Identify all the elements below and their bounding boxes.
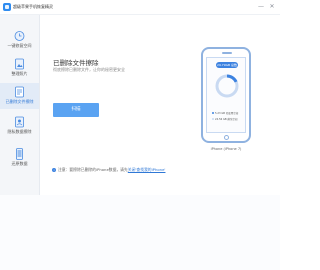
phone-data-icon <box>16 148 23 160</box>
sidebar: 一键修复空间 整理照片 已删除文件擦除 隐私数据擦除 还原数据 <box>0 15 40 195</box>
app-logo-icon <box>3 3 11 11</box>
sidebar-item-repair-space[interactable]: 一键修复空间 <box>0 27 39 53</box>
storage-ring-chart <box>215 74 239 98</box>
storage-total-badge: 29.79GB 总数 <box>216 62 238 68</box>
app-window: 超级苹果手机恢复精灵 — ✕ 一键修复空间 整理照片 已删除文件擦除 隐私数据擦… <box>0 0 280 195</box>
sidebar-item-photos[interactable]: 整理照片 <box>0 55 39 81</box>
close-button[interactable]: ✕ <box>268 3 276 11</box>
phone-speaker <box>222 52 232 54</box>
legend-free-label: 24.56 GB 剩余空间 <box>215 118 238 121</box>
legend-used: 5.23 GB 已使用空间 <box>212 112 238 116</box>
device-label: iPhone (iPhone 7) <box>210 147 242 151</box>
sidebar-item-privacy[interactable]: 隐私数据擦除 <box>0 113 39 139</box>
page-subtitle: 彻底擦除已删除文件，让你的秘密更安全 <box>53 67 125 72</box>
photo-icon <box>15 58 24 70</box>
legend-used-dot <box>212 112 214 114</box>
page-title: 已删除文件擦除 <box>53 59 99 67</box>
sidebar-item-label: 一键修复空间 <box>7 43 32 48</box>
document-erase-icon <box>15 86 24 98</box>
phone-illustration: 29.79GB 总数 5.23 GB 已使用空间 24.56 GB 剩余空间 <box>201 47 251 143</box>
sidebar-item-label: 已删除文件擦除 <box>5 99 34 104</box>
legend-free-dot <box>212 118 214 120</box>
sidebar-item-erase-deleted[interactable]: 已删除文件擦除 <box>0 83 39 109</box>
legend-used-label: 5.23 GB 已使用空间 <box>215 112 239 115</box>
phone-home-button <box>224 135 229 140</box>
disable-find-my-iphone-link[interactable]: 关闭'查找我的iPhone' <box>128 167 166 172</box>
sidebar-item-label: 还原数据 <box>11 161 28 166</box>
info-icon: i <box>52 168 56 172</box>
clock-icon <box>14 31 25 41</box>
sidebar-item-restore[interactable]: 还原数据 <box>0 145 39 171</box>
phone-screen: 29.79GB 总数 5.23 GB 已使用空间 24.56 GB 剩余空间 <box>206 57 246 133</box>
sidebar-item-label: 整理照片 <box>11 71 28 76</box>
app-title: 超级苹果手机恢复精灵 <box>13 4 53 9</box>
privacy-icon <box>15 116 24 128</box>
minimize-button[interactable]: — <box>257 3 265 11</box>
legend-free: 24.56 GB 剩余空间 <box>212 118 237 122</box>
window-shadow-area <box>0 195 280 270</box>
notice-text: 注意：要擦除已删除的iPhone数据，请先 <box>58 167 128 172</box>
notice: i 注意：要擦除已删除的iPhone数据，请先关闭'查找我的iPhone' <box>52 167 165 173</box>
scan-button[interactable]: 扫描 <box>53 103 99 117</box>
title-bar: 超级苹果手机恢复精灵 — ✕ <box>0 0 280 15</box>
sidebar-item-label: 隐私数据擦除 <box>7 129 32 134</box>
